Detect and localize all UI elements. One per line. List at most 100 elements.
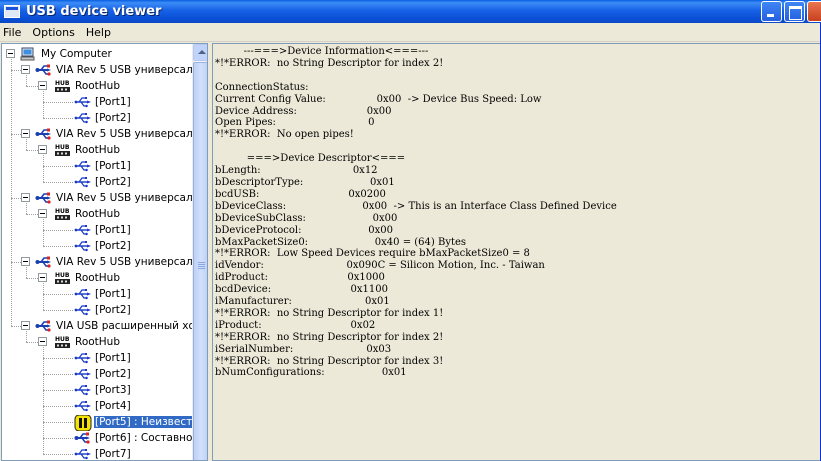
tree-node-label: [Port2] [95,112,131,124]
collapse-toggle[interactable] [21,257,30,266]
usb-trident-icon [74,447,91,460]
menu-help[interactable]: Help [81,26,117,39]
tree-node-controller[interactable]: VIA USB расширенный хо [35,318,192,334]
tree-node-controller[interactable]: VIA Rev 5 USB универсал [35,190,192,206]
tree-connector [11,59,12,326]
collapse-toggle[interactable] [38,209,47,218]
tree-node-controller[interactable]: VIA Rev 5 USB универсал [35,62,192,78]
tree-connector [43,166,73,167]
scroll-thumb[interactable] [193,62,207,460]
collapse-toggle[interactable] [38,337,47,346]
collapse-toggle[interactable] [38,273,47,282]
close-button[interactable] [807,1,821,22]
maximize-button[interactable] [784,1,805,22]
tree-connector [26,278,38,279]
details-line: bLength: 0x12 [215,165,378,177]
tree-node-roothub[interactable]: HUB RootHub [54,142,121,158]
tree-connector [43,219,44,246]
scroll-grip [198,262,205,263]
details-line: Open Pipes: 0 [215,117,375,129]
details-line: ===>Device Descriptor<=== [215,153,406,165]
tree-node-port[interactable]: [Port1] [74,350,132,366]
details-line: bDeviceSubClass: 0x00 [215,212,398,224]
tree-connector [26,267,27,278]
scroll-up-button[interactable] [193,44,207,61]
usb-plug-icon [35,319,51,333]
hub-icon: HUB [54,79,70,93]
window-icon [4,5,20,18]
tree-node-label: VIA USB расширенный хо [56,320,192,332]
tree-node-controller[interactable]: VIA Rev 5 USB универсал [35,126,192,142]
tree-node-port[interactable]: [Port2] [74,238,132,254]
tree-node-port[interactable]: [Port6] : Составно [74,430,192,446]
tree-node-port[interactable]: [Port1] [74,222,132,238]
details-line: bcdUSB: 0x0200 [215,188,386,200]
tree-node-roothub[interactable]: HUB RootHub [54,270,121,286]
usb-plug-icon [74,431,90,445]
tree-node-label: [Port4] [95,400,131,412]
tree-node-label: RootHub [75,208,121,220]
usb-trident-icon [74,239,91,253]
details-line [215,70,617,82]
tree-node-port[interactable]: [Port1] [74,158,132,174]
tree-node-port[interactable]: [Port1] [74,286,132,302]
tree-connector [26,342,38,343]
tree-node-port[interactable]: [Port2] [74,110,132,126]
collapse-toggle[interactable] [6,49,15,58]
tree-node-port[interactable]: [Port1] [74,94,132,110]
collapse-toggle[interactable] [38,145,47,154]
details-line: bMaxPacketSize0: 0x40 = (64) Bytes [215,236,467,248]
tree-scrollbar[interactable] [192,44,207,460]
collapse-toggle[interactable] [21,65,30,74]
usb-trident-icon [74,367,91,381]
usb-trident-icon [74,303,91,317]
tree-node-my-computer[interactable]: My Computer [20,46,113,62]
tree-node-port[interactable]: [Port2] [74,174,132,190]
tree-node-controller[interactable]: VIA Rev 5 USB универсал [35,254,192,270]
tree-node-port[interactable]: [Port3] [74,382,132,398]
tree-connector [43,91,44,118]
computer-icon [20,47,36,61]
tree-node-port[interactable]: [Port5] : Неизвест [74,414,192,432]
details-line: iProduct: 0x02 [215,319,376,331]
menu-options[interactable]: Options [27,26,80,39]
collapse-toggle[interactable] [21,321,30,330]
tree-node-port[interactable]: [Port4] [74,398,132,414]
usb-trident-icon [74,111,91,125]
tree-connector [43,294,73,295]
tree-node-port[interactable]: [Port2] [74,366,132,382]
tree-connector [26,214,38,215]
window-title: USB device viewer [26,4,162,19]
tree-node-label: [Port1] [95,352,131,364]
tree-node-port[interactable]: [Port2] [74,302,132,318]
collapse-toggle[interactable] [21,129,30,138]
tree-node-roothub[interactable]: HUB RootHub [54,206,121,222]
menu-file[interactable]: File [0,26,27,39]
tree-connector [43,347,44,454]
details-line: ConnectionStatus: [215,81,309,93]
tree-connector [26,203,27,214]
details-line: bDeviceProtocol: 0x00 [215,224,393,236]
tree-node-port[interactable]: [Port7] [74,446,132,460]
details-line: idProduct: 0x1000 [215,272,385,284]
scroll-grip [198,266,205,267]
collapse-toggle[interactable] [38,81,47,90]
tree-connector [26,139,27,150]
minimize-button[interactable] [761,1,782,22]
usb-trident-icon [74,159,91,173]
tree-node-label: [Port1] [95,96,131,108]
device-details-pane[interactable]: ---===>Device Information<===--- *!*ERROR… [212,43,821,461]
title-bar: USB device viewer [0,0,821,23]
tree-node-label: VIA Rev 5 USB универсал [56,128,192,140]
tree-connector [43,358,73,359]
tree-node-roothub[interactable]: HUB RootHub [54,334,121,350]
hub-icon: HUB [54,335,70,349]
tree-node-label: [Port1] [95,288,131,300]
details-line: *!*ERROR: no String Descriptor for index… [215,355,444,367]
details-line [215,141,617,153]
device-tree[interactable]: My Computer VIA Rev 5 USB универсал HUB Roo… [1,43,208,461]
tree-connector [43,454,73,455]
tree-node-roothub[interactable]: HUB RootHub [54,78,121,94]
collapse-toggle[interactable] [21,193,30,202]
details-line: *!*ERROR: No open pipes! [215,129,354,141]
